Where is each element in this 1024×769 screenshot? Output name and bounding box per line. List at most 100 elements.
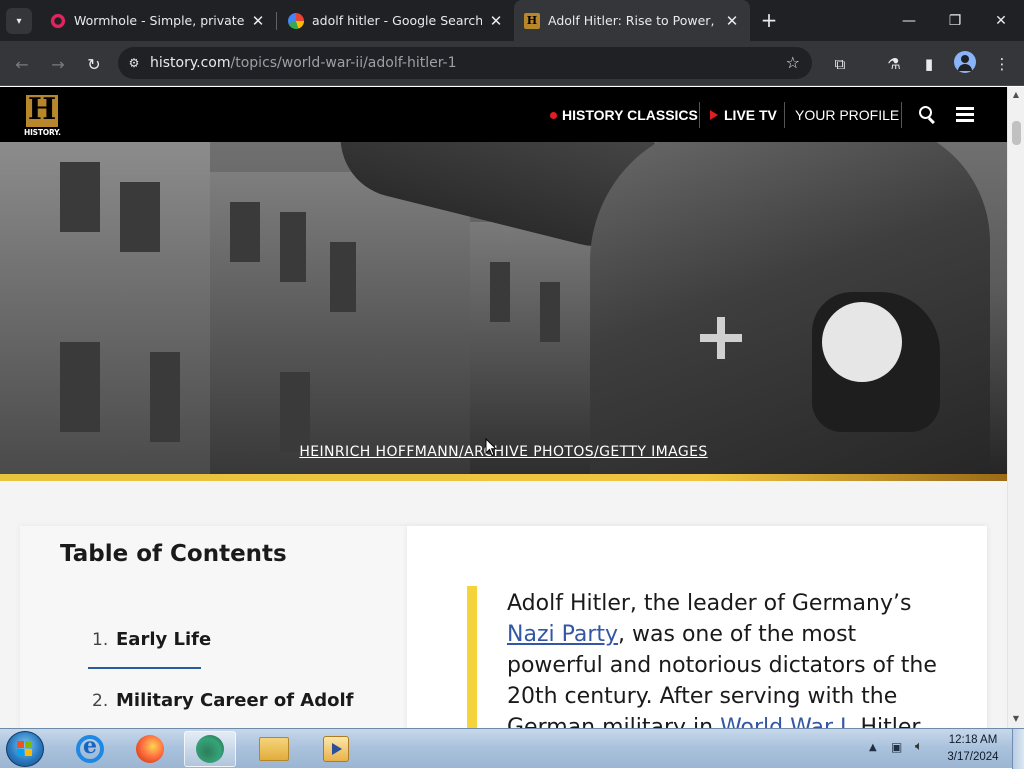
armband-emblem-icon bbox=[822, 302, 902, 382]
close-window-button[interactable]: ✕ bbox=[978, 0, 1024, 41]
photo-credit: HEINRICH HOFFMANN/ARCHIVE PHOTOS/GETTY I… bbox=[299, 444, 708, 460]
tab-title: Adolf Hitler: Rise to Power, Imp bbox=[548, 13, 718, 28]
tray-expand-icon[interactable]: ▲ bbox=[869, 742, 877, 753]
nav-divider bbox=[784, 102, 785, 128]
arrow-left-icon: ← bbox=[15, 54, 29, 74]
chevron-down-icon: ▾ bbox=[16, 15, 22, 27]
taskbar-edge[interactable] bbox=[184, 731, 236, 767]
taskbar-internet-explorer[interactable] bbox=[64, 731, 116, 767]
labs-flask-icon[interactable]: ⚗ bbox=[881, 51, 907, 77]
mouse-cursor-icon bbox=[485, 438, 497, 457]
site-info-icon[interactable]: ⚙ bbox=[118, 56, 150, 70]
toc-item-early-life[interactable]: 1. Early Life bbox=[92, 629, 211, 650]
nav-your-profile[interactable]: YOUR PROFILE bbox=[795, 104, 899, 126]
play-icon bbox=[710, 110, 718, 120]
nav-divider bbox=[901, 102, 902, 128]
armband bbox=[812, 292, 940, 432]
restore-button[interactable]: ❐ bbox=[932, 0, 978, 41]
side-panel-icon[interactable]: ▮ bbox=[916, 51, 942, 77]
browser-toolbar: ← → ↻ ⚙ history.com/topics/world-war-ii/… bbox=[0, 41, 1024, 86]
url-text: history.com/topics/world-war-ii/adolf-hi… bbox=[150, 55, 457, 71]
tab-history-article[interactable]: H Adolf Hitler: Rise to Power, Imp ✕ bbox=[514, 0, 750, 41]
show-desktop-button[interactable] bbox=[1012, 729, 1024, 769]
close-icon[interactable]: ✕ bbox=[724, 12, 740, 30]
close-icon[interactable]: ✕ bbox=[250, 12, 266, 30]
taskbar-file-explorer[interactable] bbox=[248, 731, 300, 767]
taskbar-media-player[interactable] bbox=[310, 731, 362, 767]
iron-cross-icon bbox=[700, 317, 742, 359]
windows-taskbar: ▲ ▣ 🔈︎ 12:18 AM 3/17/2024 bbox=[0, 728, 1024, 769]
volume-muted-icon[interactable]: 🔈︎ bbox=[915, 739, 923, 754]
search-icon[interactable] bbox=[919, 106, 937, 124]
history-favicon-icon: H bbox=[524, 12, 540, 29]
building-window bbox=[280, 212, 306, 282]
tab-wormhole[interactable]: Wormhole - Simple, private file ✕ bbox=[40, 0, 276, 41]
tab-title: Wormhole - Simple, private file bbox=[74, 13, 244, 28]
scrollbar-thumb[interactable] bbox=[1012, 121, 1021, 145]
nav-live-tv[interactable]: LIVE TV bbox=[710, 104, 777, 126]
back-button[interactable]: ← bbox=[9, 51, 35, 77]
article-content-area: Table of Contents 1. Early Life 2. Milit… bbox=[0, 481, 1007, 728]
folder-icon bbox=[259, 737, 289, 761]
minimize-button[interactable]: — bbox=[886, 0, 932, 41]
reload-button[interactable]: ↻ bbox=[81, 51, 107, 77]
scroll-down-icon[interactable]: ▼ bbox=[1008, 714, 1024, 723]
building-window bbox=[330, 242, 356, 312]
url-path: /topics/world-war-ii/adolf-hitler-1 bbox=[230, 55, 457, 71]
nav-label: YOUR PROFILE bbox=[795, 107, 900, 123]
new-tab-button[interactable]: + bbox=[758, 9, 780, 31]
internet-explorer-icon bbox=[76, 733, 104, 763]
nav-history-classics[interactable]: HISTORY CLASSICS bbox=[550, 104, 698, 126]
world-war-i-link[interactable]: World War I bbox=[720, 715, 846, 728]
article-card: Adolf Hitler, the leader of Germany’s Na… bbox=[407, 526, 987, 728]
scroll-up-icon[interactable]: ▲ bbox=[1008, 90, 1024, 99]
windows-logo-icon bbox=[17, 741, 33, 757]
nav-divider bbox=[699, 102, 700, 128]
taskbar-firefox[interactable] bbox=[124, 731, 176, 767]
pull-quote-bar bbox=[467, 586, 477, 728]
toc-active-underline bbox=[88, 667, 201, 669]
toc-title: Table of Contents bbox=[60, 541, 287, 567]
clock-date: 3/17/2024 bbox=[947, 751, 999, 763]
nav-label: LIVE TV bbox=[724, 107, 777, 123]
history-logo-mark bbox=[26, 95, 58, 127]
building-window bbox=[230, 202, 260, 262]
toc-item-number: 1. bbox=[92, 630, 109, 650]
google-favicon-icon bbox=[288, 12, 304, 29]
hamburger-menu-icon[interactable] bbox=[956, 107, 974, 123]
tab-google-search[interactable]: adolf hitler - Google Search ✕ bbox=[278, 0, 514, 41]
building-window bbox=[60, 162, 100, 232]
kebab-menu-icon[interactable]: ⋮ bbox=[989, 51, 1015, 77]
profile-avatar-icon[interactable] bbox=[954, 51, 976, 73]
building-window bbox=[60, 342, 100, 432]
address-bar[interactable]: ⚙ history.com/topics/world-war-ii/adolf-… bbox=[118, 47, 812, 79]
toc-item-label: Early Life bbox=[116, 629, 212, 650]
close-icon[interactable]: ✕ bbox=[488, 12, 504, 30]
page-viewport: HISTORY. HISTORY CLASSICS LIVE TV YOUR P… bbox=[0, 87, 1007, 728]
article-text: , Hitler bbox=[846, 715, 921, 728]
hero-accent-stripe bbox=[0, 474, 1007, 481]
tab-search-button[interactable]: ▾ bbox=[6, 8, 32, 34]
clock-time: 12:18 AM bbox=[948, 734, 998, 746]
start-button[interactable] bbox=[6, 731, 44, 767]
history-logo-word: HISTORY. bbox=[24, 128, 61, 137]
building-window bbox=[120, 182, 160, 252]
extensions-icon[interactable]: ⧉ bbox=[827, 51, 853, 77]
building-window bbox=[540, 282, 560, 342]
history-logo[interactable]: HISTORY. bbox=[24, 95, 61, 137]
forward-button[interactable]: → bbox=[45, 51, 71, 77]
network-icon[interactable]: ▣ bbox=[891, 740, 902, 754]
tab-title: adolf hitler - Google Search bbox=[312, 13, 482, 28]
toc-item-number: 2. bbox=[92, 691, 109, 711]
arrow-right-icon: → bbox=[51, 54, 65, 74]
bookmark-star-icon[interactable]: ☆ bbox=[786, 53, 800, 72]
building-window bbox=[490, 262, 510, 322]
close-icon: ✕ bbox=[995, 12, 1007, 29]
url-host: history.com bbox=[150, 55, 231, 71]
nazi-party-link[interactable]: Nazi Party bbox=[507, 622, 618, 647]
page-scrollbar[interactable]: ▲ ▼ bbox=[1007, 87, 1024, 728]
toc-item-military-career[interactable]: 2. Military Career of Adolf bbox=[92, 690, 354, 711]
hero-image: HEINRICH HOFFMANN/ARCHIVE PHOTOS/GETTY I… bbox=[0, 142, 1007, 474]
system-clock[interactable]: 12:18 AM 3/17/2024 bbox=[942, 732, 1004, 766]
building-window bbox=[280, 372, 310, 452]
